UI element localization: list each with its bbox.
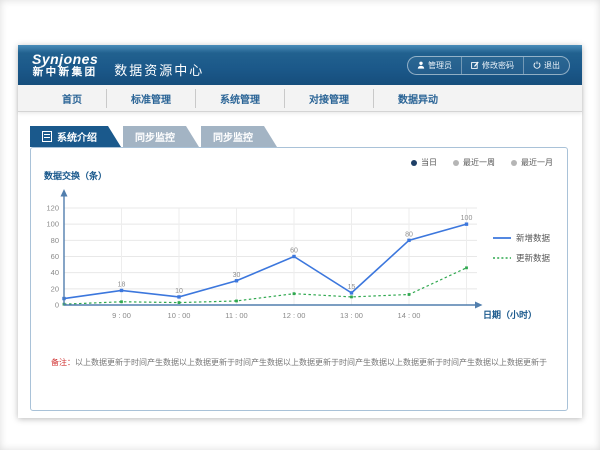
data-point [120,289,123,292]
y-tick-label: 120 [46,204,59,213]
data-point [407,239,410,242]
change-password-label: 修改密码 [482,60,514,71]
range-option-2[interactable]: 最近一周 [453,157,495,168]
power-icon [533,61,541,69]
range-option-3[interactable]: 最近一月 [511,157,553,168]
data-point [465,222,468,225]
note-label: 备注： [51,358,75,367]
y-tick-label: 100 [46,220,59,229]
x-axis-title: 日期（小时） [483,309,537,320]
y-tick-label: 80 [51,236,59,245]
radio-dot-icon [511,160,517,166]
y-tick-label: 0 [55,301,59,310]
footer-note: 备注：以上数据更新于时间产生数据以上数据更新于时间产生数据以上数据更新于时间产生… [31,357,567,368]
y-axis-title: 数据交换（条） [44,169,107,182]
data-point [235,300,238,303]
note-text: 以上数据更新于时间产生数据以上数据更新于时间产生数据以上数据更新于时间产生数据以… [75,358,547,367]
data-point [408,293,411,296]
y-tick-label: 20 [51,284,59,293]
logout-button[interactable]: 退出 [523,57,569,74]
user-name: 管理员 [428,60,452,71]
user-menu[interactable]: 管理员 [408,57,461,74]
y-axis-arrow [61,189,68,197]
x-tick-label: 10 : 00 [168,311,191,320]
document-icon [42,131,52,142]
nav-item-3[interactable]: 系统管理 [195,89,284,108]
app-window: Synjones 新中新集团 数据资源中心 管理员 修改密 [18,45,582,418]
change-password-button[interactable]: 修改密码 [461,57,523,74]
screenshot-canvas: Synjones 新中新集团 数据资源中心 管理员 修改密 [0,0,600,450]
x-tick-label: 9 : 00 [112,311,131,320]
data-point [177,295,180,298]
data-point [120,300,123,303]
data-point [178,301,181,304]
line-chart: 18 10 30 60 15 80 100 0 20 40 60 80 100 120 9 : 00 10 :… [31,184,569,326]
point-label: 80 [405,231,413,238]
radio-label: 当日 [421,157,437,168]
tab-1[interactable]: 系统介绍 [30,126,121,147]
legend-label: 新增数据 [516,233,551,243]
point-label: 18 [118,281,126,288]
radio-dot-icon [411,160,417,166]
tab-label: 同步监控 [135,129,175,144]
data-point [465,266,468,269]
range-filter: 当日 最近一周 最近一月 [411,157,553,168]
x-tick-label: 11 : 00 [225,311,247,320]
x-axis-arrow [475,302,483,309]
data-point [350,291,353,294]
radio-label: 最近一月 [521,157,553,168]
y-tick-label: 40 [51,268,59,277]
point-label: 30 [233,272,241,279]
nav-item-1[interactable]: 首页 [38,89,106,108]
app-header: Synjones 新中新集团 数据资源中心 管理员 修改密 [18,45,582,85]
nav-item-4[interactable]: 对接管理 [284,89,373,108]
radio-label: 最近一周 [463,157,495,168]
legend-label: 更新数据 [516,253,551,263]
user-toolbar: 管理员 修改密码 退出 [407,56,570,75]
tab-label: 同步监控 [213,129,253,144]
tab-bar: 系统介绍 同步监控 同步监控 [30,126,582,147]
tab-3[interactable]: 同步监控 [201,126,277,147]
chart-panel: 当日 最近一周 最近一月 数据交换（条） 18 10 30 60 15 80 100 0 20 40 6… [30,147,568,411]
point-label: 10 [175,288,183,295]
x-tick-label: 12 : 00 [283,311,306,320]
x-tick-label: 14 : 00 [398,311,421,320]
data-point [235,279,238,282]
data-point [292,255,295,258]
point-label: 15 [348,284,356,291]
brand-logo-en: Synjones [32,52,98,67]
edit-icon [471,61,479,69]
tab-2[interactable]: 同步监控 [123,126,199,147]
logout-label: 退出 [544,60,560,71]
nav-item-5[interactable]: 数据异动 [373,89,462,108]
data-point [350,296,353,299]
page-title: 数据资源中心 [114,60,204,79]
user-icon [417,61,425,69]
content-area: 系统介绍 同步监控 同步监控 当日 最近一周 最近一月 数据交换（条） 18 10 30 60… [18,126,582,411]
x-tick-label: 13 : 00 [340,311,363,320]
tab-label: 系统介绍 [57,129,97,144]
data-point [293,292,296,295]
range-option-1[interactable]: 当日 [411,157,437,168]
brand-logo-cn: 新中新集团 [33,67,98,79]
y-tick-label: 60 [51,252,59,261]
chart-svg: 18 10 30 60 15 80 100 0 20 40 60 80 100 120 9 : 00 10 :… [31,184,569,326]
brand-logo: Synjones 新中新集团 [32,52,98,79]
point-label: 60 [290,248,298,255]
point-label: 100 [461,215,473,222]
nav-item-2[interactable]: 标准管理 [106,89,195,108]
main-nav: 首页标准管理系统管理对接管理数据异动 [18,85,582,112]
radio-dot-icon [453,160,459,166]
